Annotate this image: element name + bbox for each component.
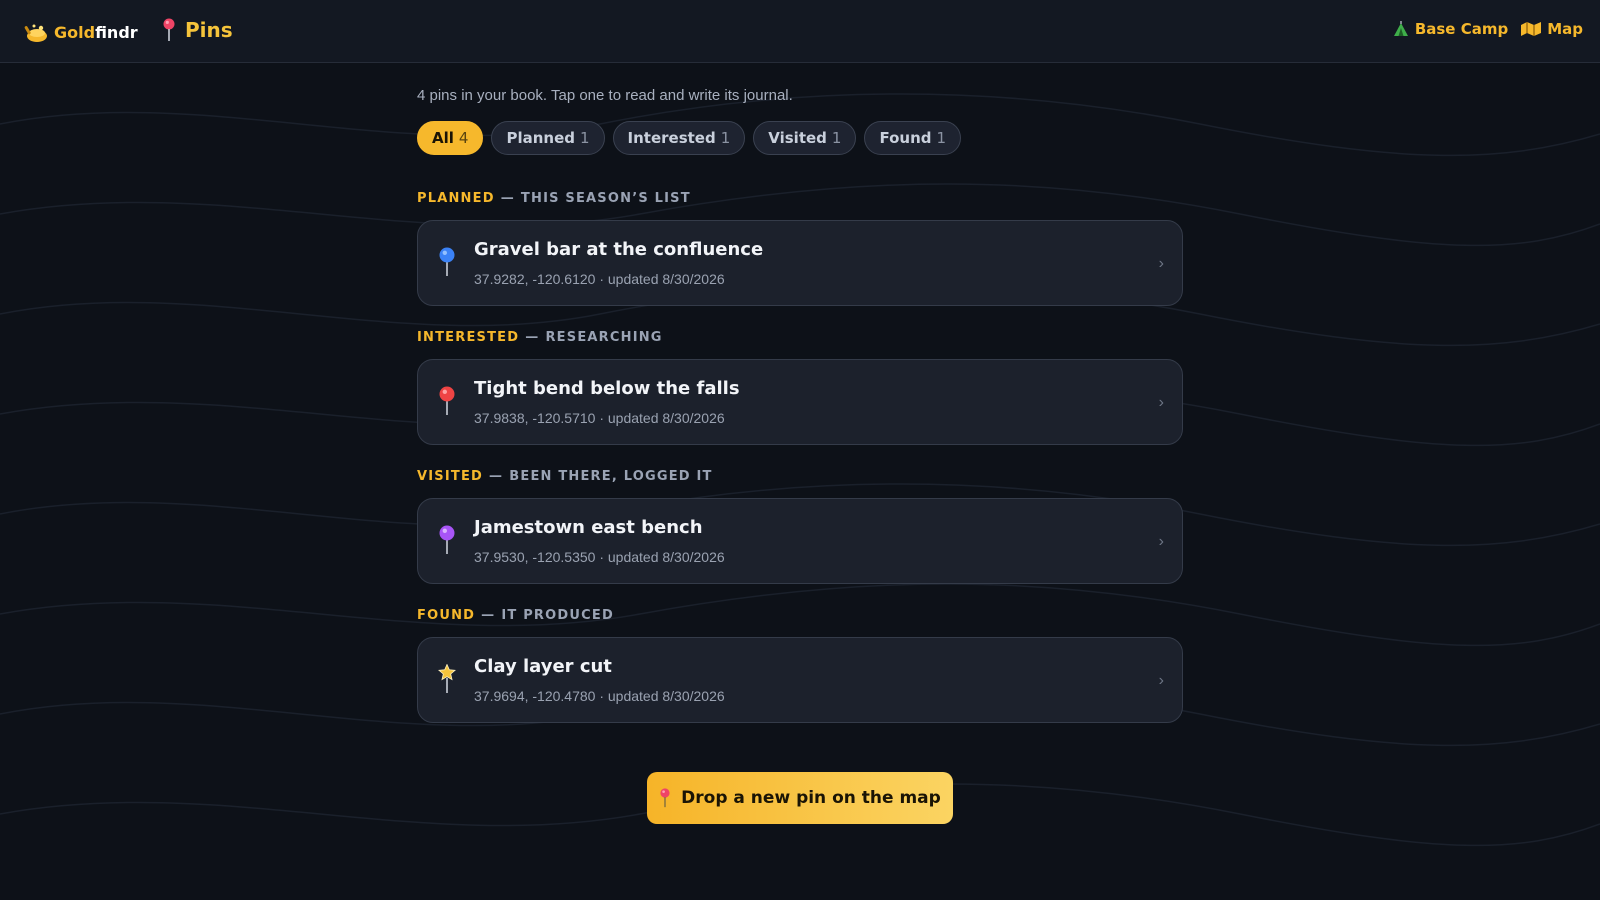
pin-title: Jamestown east bench	[474, 517, 703, 538]
map-icon	[1521, 22, 1542, 36]
section-heading-found: FOUND — IT PRODUCED	[417, 606, 1183, 624]
filter-chip-count: 1	[579, 129, 590, 147]
chevron-right-icon: ›	[1158, 672, 1164, 689]
filter-chip-count: 1	[831, 129, 842, 147]
filter-chip-count: 1	[936, 129, 947, 147]
chevron-right-icon: ›	[1158, 394, 1164, 411]
filter-chip-found[interactable]: Found 1	[864, 121, 962, 155]
brand-logo-link[interactable]: Gold findr	[24, 19, 138, 45]
star-pin-icon	[438, 664, 456, 693]
pushpin-icon	[163, 18, 175, 41]
section-key: FOUND	[417, 607, 476, 623]
purple-pin-icon	[439, 525, 455, 554]
brand-name-gold: Gold	[54, 22, 96, 42]
pin-card-visited[interactable]: Jamestown east bench 37.9530, -120.5350 …	[417, 498, 1183, 584]
brand-name-rest: findr	[95, 22, 138, 42]
header-nav: Base Camp Map	[1392, 20, 1583, 38]
pin-card-interested[interactable]: Tight bend below the falls 37.9838, -120…	[417, 359, 1183, 445]
pin-meta: 37.9282, -120.6120 · updated 8/30/2026	[474, 271, 725, 287]
pin-card-planned[interactable]: Gravel bar at the confluence 37.9282, -1…	[417, 220, 1183, 306]
filter-chip-label: All	[432, 129, 454, 147]
filter-chip-label: Visited	[768, 129, 827, 147]
blue-pin-icon	[439, 247, 455, 276]
section-heading-interested: INTERESTED — RESEARCHING	[417, 328, 1183, 346]
tent-icon	[1393, 21, 1408, 36]
nav-map-link[interactable]: Map	[1520, 20, 1583, 38]
nav-base-camp-label: Base Camp	[1414, 20, 1509, 38]
section-heading-visited: VISITED — BEEN THERE, LOGGED IT	[417, 467, 1183, 485]
section-desc: THIS SEASON’S LIST	[520, 190, 691, 206]
section-separator: —	[489, 468, 504, 484]
filter-chip-interested[interactable]: Interested 1	[612, 121, 746, 155]
pin-meta: 37.9838, -120.5710 · updated 8/30/2026	[474, 410, 725, 426]
pin-title: Gravel bar at the confluence	[474, 239, 764, 260]
pin-meta: 37.9530, -120.5350 · updated 8/30/2026	[474, 549, 725, 565]
page-title-text: Pins	[185, 18, 233, 42]
chevron-right-icon: ›	[1158, 255, 1164, 272]
section-separator: —	[525, 329, 540, 345]
filter-chip-label: Planned	[506, 129, 575, 147]
filter-chips: All 4 Planned 1 Interested 1 Visited 1 F…	[417, 121, 1183, 155]
filter-chip-label: Found	[879, 129, 932, 147]
section-separator: —	[500, 190, 515, 206]
pin-title: Clay layer cut	[474, 656, 612, 677]
filter-chip-count: 1	[720, 129, 731, 147]
section-desc: BEEN THERE, LOGGED IT	[509, 468, 713, 484]
chevron-right-icon: ›	[1158, 533, 1164, 550]
filter-chip-visited[interactable]: Visited 1	[753, 121, 857, 155]
pins-intro-text: 4 pins in your book. Tap one to read and…	[417, 87, 793, 104]
section-desc: IT PRODUCED	[501, 607, 614, 623]
drop-new-pin-button[interactable]: Drop a new pin on the map	[647, 772, 953, 824]
pin-card-found[interactable]: Clay layer cut 37.9694, -120.4780 · upda…	[417, 637, 1183, 723]
nav-map-label: Map	[1547, 20, 1583, 38]
gold-pan-icon	[24, 24, 47, 42]
pushpin-icon	[660, 788, 670, 808]
top-bar: Gold findr Pins Base Camp Map	[0, 0, 1600, 63]
nav-base-camp-link[interactable]: Base Camp	[1392, 20, 1508, 38]
section-key: VISITED	[417, 468, 484, 484]
filter-chip-label: Interested	[627, 129, 716, 147]
section-separator: —	[481, 607, 496, 623]
section-key: PLANNED	[417, 190, 495, 206]
drop-new-pin-label: Drop a new pin on the map	[681, 788, 941, 808]
pin-meta: 37.9694, -120.4780 · updated 8/30/2026	[474, 688, 725, 704]
section-key: INTERESTED	[417, 329, 520, 345]
filter-chip-all[interactable]: All 4	[417, 121, 484, 155]
pin-title: Tight bend below the falls	[474, 378, 740, 399]
red-pin-icon	[439, 386, 455, 415]
section-desc: RESEARCHING	[545, 329, 663, 345]
page-title: Pins	[162, 18, 233, 42]
filter-chip-planned[interactable]: Planned 1	[491, 121, 605, 155]
filter-chip-count: 4	[458, 129, 469, 147]
pins-list-main: 4 pins in your book. Tap one to read and…	[417, 64, 1183, 723]
section-heading-planned: PLANNED — THIS SEASON’S LIST	[417, 189, 1183, 207]
